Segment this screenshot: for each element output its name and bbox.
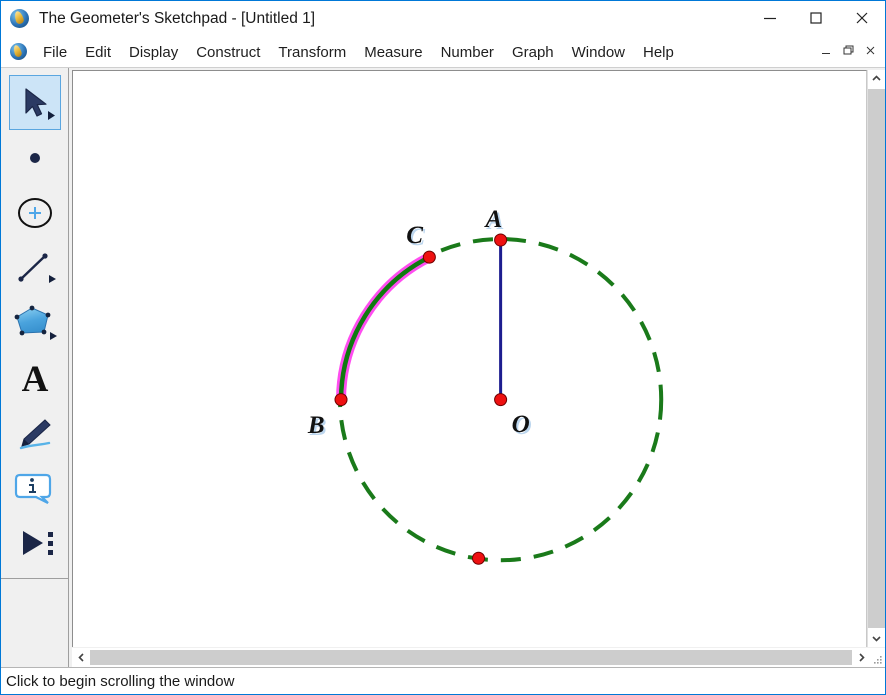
mdi-minimize-button[interactable] bbox=[816, 40, 837, 61]
point-tool[interactable] bbox=[9, 130, 61, 185]
point-label-O[interactable]: O bbox=[512, 411, 530, 438]
horizontal-scroll-thumb[interactable] bbox=[90, 650, 852, 665]
scroll-left-button[interactable] bbox=[72, 648, 90, 667]
polygon-tool[interactable] bbox=[9, 295, 61, 350]
arrow-select-tool[interactable] bbox=[9, 75, 61, 130]
chevron-right-icon bbox=[856, 652, 867, 663]
minimize-icon bbox=[763, 11, 777, 25]
maximize-icon bbox=[809, 11, 823, 25]
scroll-right-button[interactable] bbox=[852, 648, 870, 667]
mdi-restore-icon bbox=[842, 44, 855, 57]
close-button[interactable] bbox=[839, 1, 885, 35]
point-label-A[interactable]: A bbox=[484, 206, 503, 233]
circle-compass-icon bbox=[12, 192, 58, 234]
document-icon-button[interactable] bbox=[10, 43, 28, 61]
toolbox: A bbox=[1, 68, 69, 667]
chevron-up-icon bbox=[871, 73, 882, 84]
compass-tool[interactable] bbox=[9, 185, 61, 240]
sketch-canvas[interactable]: A A O O B B C C bbox=[72, 70, 867, 647]
pen-marker-icon bbox=[12, 412, 58, 454]
menu-item-display[interactable]: Display bbox=[120, 41, 187, 64]
pentagon-icon bbox=[11, 301, 59, 345]
app-icon bbox=[10, 9, 30, 29]
arrow-cursor-icon bbox=[13, 82, 57, 124]
arc-BC-highlight bbox=[341, 257, 429, 400]
maximize-button[interactable] bbox=[793, 1, 839, 35]
mdi-close-button[interactable] bbox=[860, 40, 881, 61]
sketch-area: A A O O B B C C bbox=[69, 68, 885, 667]
scroll-down-button[interactable] bbox=[868, 630, 885, 647]
point-unlabeled-bottom[interactable] bbox=[473, 552, 485, 564]
point-C[interactable] bbox=[423, 251, 435, 263]
application-window: The Geometer's Sketchpad - [Untitled 1] bbox=[0, 0, 886, 695]
toolbox-divider bbox=[1, 578, 68, 579]
minimize-button[interactable] bbox=[747, 1, 793, 35]
window-title: The Geometer's Sketchpad - [Untitled 1] bbox=[39, 10, 315, 28]
status-bar: Click to begin scrolling the window bbox=[1, 667, 885, 694]
line-segment-icon bbox=[12, 247, 58, 289]
menu-item-window[interactable]: Window bbox=[563, 41, 634, 64]
mdi-restore-button[interactable] bbox=[838, 40, 859, 61]
menu-bar: File Edit Display Construct Transform Me… bbox=[1, 37, 885, 68]
point-label-B[interactable]: B bbox=[307, 412, 325, 439]
body-area: A bbox=[1, 68, 885, 667]
chevron-left-icon bbox=[76, 652, 87, 663]
vertical-scroll-thumb[interactable] bbox=[868, 89, 885, 628]
vertical-scrollbar[interactable] bbox=[867, 70, 885, 647]
menu-item-graph[interactable]: Graph bbox=[503, 41, 563, 64]
marker-tool[interactable] bbox=[9, 405, 61, 460]
vertical-scroll-track[interactable] bbox=[868, 87, 885, 630]
menu-item-number[interactable]: Number bbox=[432, 41, 503, 64]
menu-item-transform[interactable]: Transform bbox=[269, 41, 355, 64]
letter-a-icon: A bbox=[13, 357, 57, 399]
window-controls bbox=[747, 1, 885, 35]
menu-item-edit[interactable]: Edit bbox=[76, 41, 120, 64]
close-icon bbox=[855, 11, 869, 25]
mdi-minimize-icon bbox=[820, 44, 833, 57]
text-tool[interactable]: A bbox=[9, 350, 61, 405]
resize-grip[interactable] bbox=[870, 648, 885, 667]
horizontal-scroll-track[interactable] bbox=[90, 648, 852, 667]
title-bar: The Geometer's Sketchpad - [Untitled 1] bbox=[1, 1, 885, 37]
mdi-close-icon bbox=[864, 44, 877, 57]
point-label-C[interactable]: C bbox=[406, 222, 423, 249]
straightedge-tool[interactable] bbox=[9, 240, 61, 295]
resize-grip-icon bbox=[872, 654, 883, 665]
point-A[interactable] bbox=[495, 234, 507, 246]
svg-text:A: A bbox=[21, 359, 48, 399]
point-B[interactable] bbox=[335, 394, 347, 406]
menu-item-construct[interactable]: Construct bbox=[187, 41, 269, 64]
sketch-drawing: A A O O B B C C bbox=[73, 71, 866, 647]
menu-item-measure[interactable]: Measure bbox=[355, 41, 431, 64]
info-bubble-icon bbox=[12, 467, 58, 509]
status-message: Click to begin scrolling the window bbox=[6, 673, 234, 690]
play-dots-icon bbox=[11, 522, 59, 564]
menu-item-help[interactable]: Help bbox=[634, 41, 683, 64]
droplet-logo-icon bbox=[10, 43, 27, 60]
information-tool[interactable] bbox=[9, 460, 61, 515]
point-O[interactable] bbox=[495, 394, 507, 406]
chevron-down-icon bbox=[871, 633, 882, 644]
point-dot-icon bbox=[13, 138, 57, 178]
custom-tools[interactable] bbox=[9, 515, 61, 570]
scroll-up-button[interactable] bbox=[868, 70, 885, 87]
droplet-logo-icon bbox=[10, 9, 29, 28]
mdi-window-controls bbox=[816, 40, 881, 61]
sketch-row: A A O O B B C C bbox=[72, 70, 885, 647]
menu-item-file[interactable]: File bbox=[34, 41, 76, 64]
horizontal-scrollbar[interactable] bbox=[72, 648, 885, 667]
